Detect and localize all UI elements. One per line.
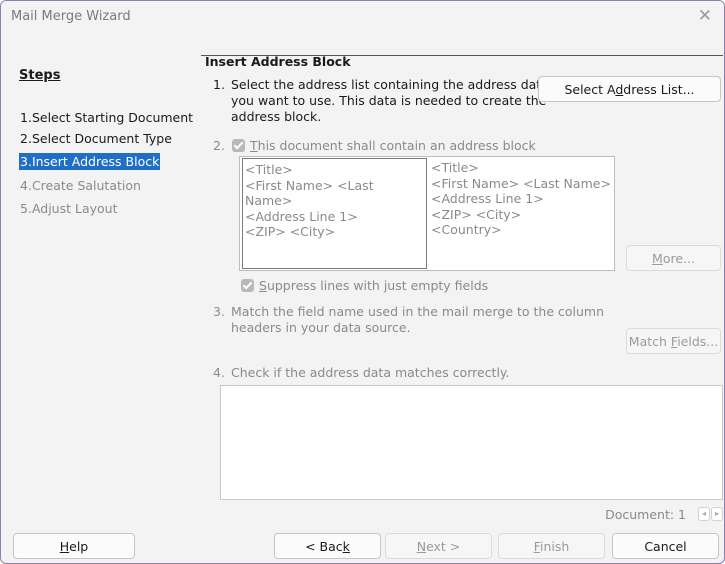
finish-button[interactable]: Finish	[498, 533, 605, 559]
step-number: 5.	[20, 201, 32, 216]
window-title: Mail Merge Wizard	[11, 9, 131, 24]
step-number: 2.	[20, 131, 32, 146]
section-title: Insert Address Block	[205, 54, 351, 69]
step4-description: Check if the address data matches correc…	[231, 365, 510, 380]
step-label: Select Document Type	[31, 131, 172, 146]
step1-line: you want to use. This data is needed to …	[231, 93, 547, 108]
suppress-empty-lines-checkbox[interactable]	[241, 279, 254, 292]
step-number: 3.	[20, 154, 32, 169]
step-label: Adjust Layout	[31, 201, 118, 216]
step3-line: headers in your data source.	[231, 320, 411, 335]
next-document-icon[interactable]: ▸	[711, 507, 723, 521]
step4-number: 4.	[213, 365, 225, 380]
step-number: 1.	[20, 110, 32, 125]
select-address-list-button[interactable]: Select Address List...	[538, 76, 721, 102]
mail-merge-wizard-window: Mail Merge Wizard ✕ Steps 1.Select Start…	[0, 0, 725, 564]
step2-number: 2.	[213, 138, 225, 153]
address-block-option-selected[interactable]: <Title> <First Name> <Last Name> <Addres…	[242, 158, 427, 269]
step-number: 4.	[20, 178, 32, 193]
step-item-insert-address-block[interactable]: 3.Insert Address Block	[19, 153, 161, 170]
document-counter: Document: 1	[605, 507, 686, 522]
step3-line: Match the field name used in the mail me…	[231, 304, 605, 319]
help-button[interactable]: Help	[13, 533, 135, 559]
address-block-checkbox[interactable]	[232, 139, 245, 152]
back-button[interactable]: < Back	[274, 533, 381, 559]
cancel-button[interactable]: Cancel	[612, 533, 719, 559]
suppress-empty-lines-label: Suppress lines with just empty fields	[259, 278, 489, 293]
address-data-preview-box	[220, 385, 723, 500]
step-label: Select Starting Document	[31, 110, 194, 125]
step-item-adjust-layout: 5.Adjust Layout	[19, 200, 118, 217]
close-icon[interactable]: ✕	[698, 6, 712, 26]
address-block-preview[interactable]: <Title> <First Name> <Last Name> <Addres…	[239, 156, 615, 271]
step-item-select-document-type[interactable]: 2.Select Document Type	[19, 130, 173, 147]
previous-document-icon[interactable]: ◂	[698, 507, 710, 521]
step-item-select-starting-document[interactable]: 1.Select Starting Document	[19, 109, 194, 126]
address-block-checkbox-label: This document shall contain an address b…	[250, 138, 536, 153]
address-block-option[interactable]: <Title> <First Name> <Last Name> <Addres…	[429, 157, 613, 241]
steps-heading: Steps	[19, 68, 61, 83]
step-label: Create Salutation	[31, 178, 141, 193]
step1-line: Select the address list containing the a…	[231, 77, 549, 92]
match-fields-button[interactable]: Match Fields...	[626, 328, 721, 354]
step3-description: Match the field name used in the mail me…	[231, 304, 604, 336]
title-bar: Mail Merge Wizard ✕	[1, 1, 724, 31]
step-item-create-salutation: 4.Create Salutation	[19, 177, 142, 194]
step-label: Insert Address Block	[31, 154, 160, 169]
step3-number: 3.	[213, 304, 225, 319]
step1-number: 1.	[213, 77, 225, 92]
step1-description: Select the address list containing the a…	[231, 77, 549, 125]
more-button[interactable]: More...	[626, 245, 721, 271]
step1-line: address block.	[231, 109, 322, 124]
next-button[interactable]: Next >	[385, 533, 492, 559]
